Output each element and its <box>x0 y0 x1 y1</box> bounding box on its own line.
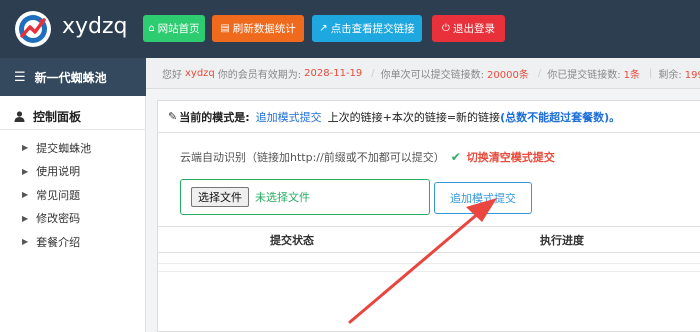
account-info-bar: 您好 xydzq 你的会员有效期为: 2028-11-19 / 你单次可以提交链… <box>146 58 700 89</box>
sidebar-item-submit-pool[interactable]: ▶ 提交蜘蛛池 <box>0 136 146 160</box>
caret-right-icon: ▶ <box>22 213 29 223</box>
status-table-body <box>158 253 700 332</box>
brand-name: xydzq <box>62 14 128 39</box>
caret-right-icon: ▶ <box>22 143 29 153</box>
single-limit-value: 20000条 <box>487 69 529 81</box>
single-limit-label: 你单次可以提交链接数: <box>380 69 485 81</box>
username: xydzq <box>185 67 215 79</box>
refresh-stats-label: 刷新数据统计 <box>232 23 296 35</box>
caret-right-icon: ▶ <box>22 237 29 247</box>
top-header: xydzq ⌂ 网站首页 ▤ 刷新数据统计 ↗ 点击查看提交链接 ⏻ 退出登录 <box>0 0 700 58</box>
file-upload-box: 选择文件 未选择文件 <box>180 179 430 215</box>
sidebar-item-label: 常见问题 <box>36 188 81 202</box>
status-table-header: 提交状态 执行进度 <box>158 226 700 253</box>
mode-row: ✎ 当前的模式是: 追加模式提交 上次的链接+本次的链接=新的链接 (总数不能超… <box>158 101 700 133</box>
remaining-value: 19999条 <box>684 69 700 81</box>
edit-icon: ✎ <box>168 110 178 123</box>
home-button-label: 网站首页 <box>157 23 200 35</box>
sidebar-item-label: 提交蜘蛛池 <box>36 141 92 155</box>
submit-panel: ✎ 当前的模式是: 追加模式提交 上次的链接+本次的链接=新的链接 (总数不能超… <box>157 100 700 332</box>
sidebar-item-change-password[interactable]: ▶ 修改密码 <box>0 207 146 231</box>
switch-clear-mode-link[interactable]: 切换清空模式提交 <box>467 149 555 165</box>
cloud-recognition-text: 云端自动识别（链接加http://前缀或不加都可以提交） <box>180 151 445 164</box>
expiry-date: 2028-11-19 <box>304 67 363 79</box>
sidebar-item-plans[interactable]: ▶ 套餐介绍 <box>0 230 146 254</box>
logout-button[interactable]: ⏻ 退出登录 <box>432 15 505 42</box>
sidebar-item-usage-guide[interactable]: ▶ 使用说明 <box>0 160 146 184</box>
cloud-recognition-row: 云端自动识别（链接加http://前缀或不加都可以提交） ✔ 切换清空模式提交 <box>180 149 555 165</box>
sidebar-item-faq[interactable]: ▶ 常见问题 <box>0 183 146 207</box>
home-icon: ⌂ <box>148 23 155 34</box>
logout-label: 退出登录 <box>452 23 495 35</box>
sidebar-title: 新一代蜘蛛池 <box>34 70 107 85</box>
sidebar-panel-title: 控制面板 <box>33 110 82 124</box>
power-icon: ⏻ <box>442 23 450 34</box>
external-link-icon: ↗ <box>319 23 328 34</box>
view-links-button[interactable]: ↗ 点击查看提交链接 <box>312 15 422 42</box>
sidebar-item-label: 修改密码 <box>36 212 81 226</box>
mode-description: 上次的链接+本次的链接=新的链接 <box>327 110 501 124</box>
logo-icon <box>15 11 51 47</box>
caret-right-icon: ▶ <box>22 190 29 200</box>
choose-file-button[interactable]: 选择文件 <box>191 187 249 207</box>
mode-label: 当前的模式是: <box>179 110 250 124</box>
sidebar-header[interactable]: ☰ 新一代蜘蛛池 <box>0 58 146 96</box>
home-button[interactable]: ⌂ 网站首页 <box>143 15 205 42</box>
check-icon: ✔ <box>450 150 461 164</box>
divider: | <box>648 67 653 79</box>
expiry-label: 你的会员有效期为: <box>217 69 302 81</box>
sidebar-item-label: 套餐介绍 <box>36 235 81 249</box>
mode-value: 追加模式提交 <box>255 110 322 124</box>
table-row <box>158 263 700 264</box>
sidebar-menu: ▶ 提交蜘蛛池 ▶ 使用说明 ▶ 常见问题 ▶ 修改密码 ▶ 套餐介绍 <box>0 136 146 254</box>
append-submit-button[interactable]: 追加模式提交 <box>434 182 532 214</box>
greeting-text: 您好 <box>162 69 182 81</box>
remaining-label: 剩余: <box>658 69 682 81</box>
menu-icon: ☰ <box>14 69 26 85</box>
user-icon <box>14 111 25 122</box>
sidebar: ☰ 新一代蜘蛛池 控制面板 ▶ 提交蜘蛛池 ▶ 使用说明 ▶ 常见问题 ▶ 修改… <box>0 58 146 332</box>
caret-right-icon: ▶ <box>22 166 29 176</box>
column-progress: 执行进度 <box>540 233 584 247</box>
file-status-text: 未选择文件 <box>255 191 310 204</box>
mode-note: (总数不能超过套餐数)。 <box>500 110 621 124</box>
divider: / <box>537 67 542 79</box>
sidebar-item-label: 使用说明 <box>36 165 81 179</box>
submitted-label: 你已提交链接数: <box>547 69 621 81</box>
column-submit-status: 提交状态 <box>270 233 314 247</box>
view-links-label: 点击查看提交链接 <box>330 23 415 35</box>
table-row <box>158 271 700 272</box>
refresh-stats-button[interactable]: ▤ 刷新数据统计 <box>212 15 304 42</box>
sidebar-item-control-panel[interactable]: 控制面板 <box>0 104 146 130</box>
submitted-value: 1条 <box>623 69 640 81</box>
refresh-icon: ▤ <box>220 23 230 34</box>
divider: / <box>371 67 375 79</box>
